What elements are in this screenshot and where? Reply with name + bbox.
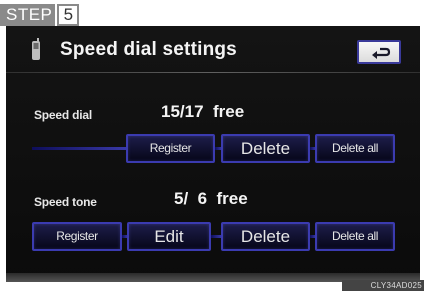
title-bar: Speed dial settings bbox=[6, 34, 420, 66]
title-divider bbox=[6, 72, 420, 73]
speed-tone-delete-button[interactable]: Delete bbox=[221, 222, 310, 251]
speed-dial-label: Speed dial bbox=[34, 108, 93, 122]
speed-dial-free-count: 15/17 free bbox=[161, 102, 245, 121]
speed-tone-delete-all-button[interactable]: Delete all bbox=[315, 222, 395, 251]
return-arrow-icon bbox=[372, 47, 391, 59]
speed-tone-edit-button[interactable]: Edit bbox=[127, 222, 211, 251]
speed-dial-delete-all-button[interactable]: Delete all bbox=[315, 134, 395, 163]
image-code: CLY34AD025 bbox=[342, 280, 424, 291]
page-title: Speed dial settings bbox=[60, 39, 237, 60]
speed-dial-track bbox=[32, 147, 128, 150]
step-number: 5 bbox=[57, 4, 80, 26]
cellphone-icon bbox=[32, 38, 40, 60]
step-badge: STEP 5 bbox=[0, 4, 80, 26]
speed-dial-delete-button[interactable]: Delete bbox=[221, 134, 310, 163]
display-screen: Speed dial settings Speed dial 15/17 fre… bbox=[6, 26, 420, 282]
step-word: STEP bbox=[0, 4, 56, 26]
speed-tone-label: Speed tone bbox=[34, 195, 97, 209]
speed-dial-register-button[interactable]: Register bbox=[126, 134, 215, 163]
speed-tone-register-button[interactable]: Register bbox=[32, 222, 122, 251]
speed-tone-free-count: 5/ 6 free bbox=[174, 189, 248, 208]
back-button[interactable] bbox=[357, 40, 401, 64]
